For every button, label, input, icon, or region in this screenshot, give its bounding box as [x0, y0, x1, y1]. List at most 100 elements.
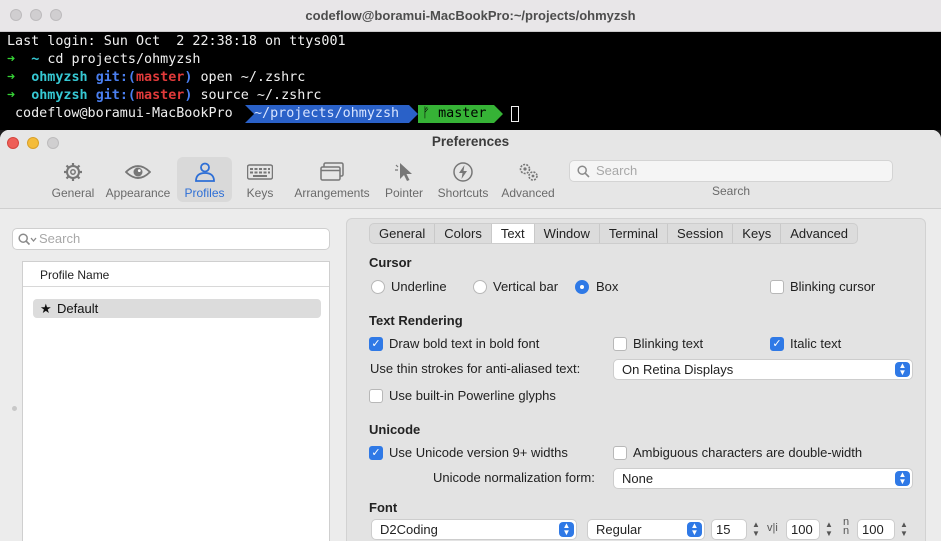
font-weight-value: Regular	[596, 522, 642, 537]
preferences-window: Preferences General Appearance Profiles …	[0, 130, 941, 541]
unicode-heading: Unicode	[369, 422, 421, 437]
cursor-underline-label: Underline	[391, 279, 447, 294]
thin-strokes-label: Use thin strokes for anti-aliased text:	[370, 361, 581, 376]
powerline-separator	[409, 105, 418, 123]
terminal-titlebar: codeflow@boramui-MacBookPro:~/projects/o…	[0, 0, 941, 32]
font-size-stepper[interactable]: ▲ ▼	[750, 520, 762, 539]
tab-colors[interactable]: Colors	[435, 224, 492, 243]
powerline-separator	[494, 105, 503, 123]
toolbar-search-field[interactable]: Search	[569, 160, 893, 182]
tab-advanced[interactable]: Advanced	[781, 224, 857, 243]
profile-name: Default	[57, 301, 99, 316]
toolbar-label: Arrangements	[294, 186, 370, 200]
tab-session[interactable]: Session	[668, 224, 734, 243]
branch-icon: ᚠ	[422, 106, 431, 121]
git-branch: master	[136, 70, 185, 85]
tab-window[interactable]: Window	[535, 224, 600, 243]
blinking-text-checkbox[interactable]	[613, 337, 627, 351]
cursor-vertical-bar-label: Vertical bar	[493, 279, 559, 294]
search-icon	[18, 233, 37, 246]
powerline-user-host: codeflow@boramui-MacBookPro	[0, 105, 236, 123]
horizontal-spacing-stepper[interactable]: ▲ ▼	[823, 520, 835, 539]
vertical-spacing-icon: nn	[843, 516, 850, 537]
toolbar-shortcuts[interactable]: Shortcuts	[435, 157, 491, 202]
cursor-box-radio[interactable]	[575, 280, 589, 294]
chevron-up-down-icon: ▲ ▼	[895, 362, 910, 377]
powerline-path: ~/projects/ohmyzsh	[245, 105, 409, 123]
keyboard-icon	[247, 164, 273, 180]
eye-icon	[125, 165, 151, 179]
toolbar-arrangements[interactable]: Arrangements	[292, 157, 372, 202]
font-heading: Font	[369, 500, 398, 515]
profile-tabs: General Colors Text Window Terminal Sess…	[369, 223, 859, 244]
terminal-title: codeflow@boramui-MacBookPro:~/projects/o…	[305, 8, 636, 23]
vertical-spacing-field[interactable]: 100	[857, 519, 895, 540]
tab-keys[interactable]: Keys	[733, 224, 782, 243]
bolt-icon	[453, 162, 473, 182]
toolbar-label: Advanced	[501, 186, 555, 200]
cursor-heading: Cursor	[369, 255, 412, 270]
person-icon	[194, 162, 215, 182]
toolbar-label: Pointer	[384, 186, 424, 200]
horizontal-spacing-field[interactable]: 100	[786, 519, 820, 540]
text-rendering-heading: Text Rendering	[369, 313, 463, 328]
font-size-field[interactable]: 15	[711, 519, 747, 540]
prompt-arrow: ➜	[7, 52, 16, 67]
toolbar-general[interactable]: General	[47, 157, 99, 202]
normalization-label: Unicode normalization form:	[433, 470, 595, 485]
bold-font-checkbox[interactable]: ✓	[369, 337, 383, 351]
prompt-dir: ~	[31, 52, 40, 67]
italic-text-label: Italic text	[790, 336, 842, 351]
powerline-branch: ᚠ master	[418, 105, 494, 123]
profile-list-header[interactable]: Profile Name	[23, 262, 329, 287]
command: source ~/.zshrc	[200, 88, 322, 103]
terminal-cursor	[511, 106, 519, 122]
prompt-dir: ohmyzsh	[31, 88, 88, 103]
search-placeholder: Search	[596, 163, 638, 178]
tab-terminal[interactable]: Terminal	[600, 224, 669, 243]
ambiguous-width-label: Ambiguous characters are double-width	[633, 445, 863, 460]
font-family-select[interactable]: D2Coding ▲ ▼	[371, 519, 577, 540]
toolbar-pointer[interactable]: Pointer	[380, 157, 428, 202]
git-suffix: )	[184, 88, 193, 103]
terminal-window: codeflow@boramui-MacBookPro:~/projects/o…	[0, 0, 941, 130]
last-login-line: Last login: Sun Oct 2 22:38:18 on ttys00…	[7, 34, 346, 49]
thin-strokes-select[interactable]: On Retina Displays ▲ ▼	[613, 359, 913, 380]
powerline-separator	[245, 105, 254, 123]
vertical-spacing-stepper[interactable]: ▲ ▼	[898, 520, 910, 539]
font-weight-select[interactable]: Regular ▲ ▼	[587, 519, 705, 540]
unicode-v9-checkbox[interactable]: ✓	[369, 446, 383, 460]
toolbar-advanced[interactable]: Advanced	[498, 157, 558, 202]
powerline-glyphs-checkbox[interactable]	[369, 389, 383, 403]
italic-text-checkbox[interactable]: ✓	[770, 337, 784, 351]
ambiguous-width-checkbox[interactable]	[613, 446, 627, 460]
vertical-spacing-value: 100	[862, 522, 884, 537]
font-size-value: 15	[716, 522, 731, 537]
tab-text[interactable]: Text	[491, 224, 535, 243]
windows-stack-icon	[320, 162, 344, 181]
font-family-value: D2Coding	[380, 522, 438, 537]
blinking-cursor-checkbox[interactable]	[770, 280, 784, 294]
toolbar-label: Keys	[246, 186, 274, 200]
profile-list: Profile Name ★ Default	[22, 261, 330, 541]
toolbar-keys[interactable]: Keys	[237, 157, 283, 202]
cursor-vertical-bar-radio[interactable]	[473, 280, 487, 294]
git-suffix: )	[184, 70, 193, 85]
search-icon	[577, 165, 590, 178]
profile-row[interactable]: ★ Default	[33, 299, 321, 318]
pointer-icon	[395, 163, 412, 181]
normalization-select[interactable]: None ▲ ▼	[613, 468, 913, 489]
unicode-v9-label: Use Unicode version 9+ widths	[389, 445, 568, 460]
star-icon: ★	[40, 301, 52, 316]
gears-icon	[519, 163, 538, 181]
tab-general[interactable]: General	[370, 224, 436, 243]
profile-search-field[interactable]: Search	[12, 228, 330, 250]
toolbar-profiles[interactable]: Profiles	[177, 157, 232, 202]
command: cd projects/ohmyzsh	[47, 52, 201, 67]
gear-icon	[64, 163, 82, 181]
blinking-text-label: Blinking text	[633, 336, 704, 351]
toolbar-appearance[interactable]: Appearance	[104, 157, 172, 202]
toolbar-label: Profiles	[184, 186, 225, 200]
split-handle[interactable]	[12, 406, 17, 411]
cursor-underline-radio[interactable]	[371, 280, 385, 294]
